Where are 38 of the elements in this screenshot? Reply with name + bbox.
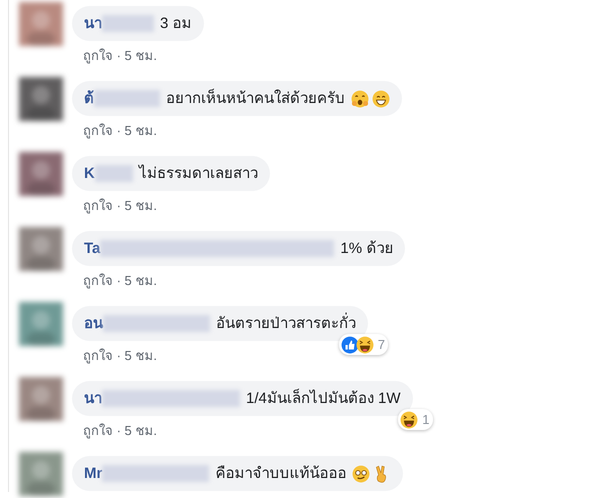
commenter-name[interactable]: Mr [84, 464, 102, 483]
thumbs-up-icon [340, 336, 359, 354]
commenter-name[interactable]: นา [84, 389, 102, 408]
avatar[interactable] [19, 152, 63, 196]
comment-text: 3 อม [160, 14, 192, 33]
comment-text: คือมาจำบบแท้น้อออ [215, 464, 346, 483]
blurred-name [94, 165, 133, 182]
commenter-name[interactable]: Ta [84, 239, 100, 258]
reaction-badge[interactable]: 7 [338, 334, 388, 355]
gasping-face-icon [351, 90, 369, 108]
comment-text: ไม่ธรรมดาเลยสาว [138, 164, 258, 183]
avatar[interactable] [19, 77, 63, 121]
comment-text: 1% ด้วย [340, 239, 394, 258]
comment-actions[interactable]: ถูกใจ · 5 ชม. [72, 45, 158, 66]
comment-text: อันตรายป่าวสารตะกั่ว [216, 314, 356, 333]
comment-text: อยากเห็นหน้าคนใส่ด้วยครับ [166, 89, 345, 108]
commenter-name[interactable]: อน [84, 314, 103, 333]
avatar[interactable] [19, 377, 63, 421]
laughing-face-icon [400, 410, 418, 428]
comment-text: 1/4มันเล็กไปมันต้อง 1W [246, 389, 401, 408]
grinning-face-icon [372, 90, 390, 108]
laughing-face-icon [356, 336, 374, 354]
avatar[interactable] [19, 302, 63, 346]
blurred-name [102, 15, 154, 32]
comment-actions[interactable]: ถูกใจ · 5 ชม. [72, 120, 158, 141]
dizzy-face-icon [352, 464, 370, 482]
avatar[interactable] [19, 452, 63, 496]
blurred-name [94, 90, 160, 107]
commenter-name[interactable]: นา [84, 14, 102, 33]
comment-actions[interactable]: ถูกใจ · 5 ชม. [72, 270, 158, 291]
comment-actions[interactable]: ถูกใจ · 5 ชม. [72, 195, 158, 216]
commenter-name[interactable]: ต้ [84, 89, 94, 108]
comment-actions[interactable]: ถูกใจ · 5 ชม. [72, 420, 158, 441]
avatar[interactable] [19, 2, 63, 46]
avatar[interactable] [19, 227, 63, 271]
reaction-badge[interactable]: 1 [398, 409, 433, 430]
comment-actions[interactable]: ถูกใจ · 5 ชม. [72, 345, 158, 366]
commenter-name[interactable]: K [84, 164, 95, 183]
